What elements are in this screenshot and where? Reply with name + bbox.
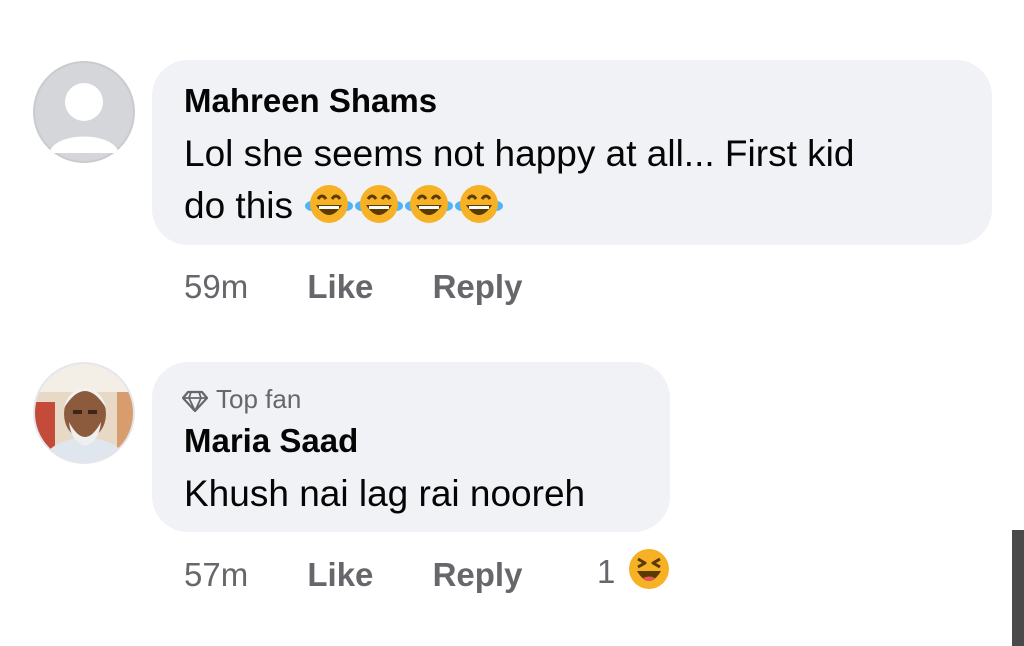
tears-of-joy-icon	[405, 182, 454, 240]
comment-author[interactable]: Mahreen Shams	[184, 82, 437, 120]
comment-text-line2-label: do this	[184, 185, 294, 226]
tears-of-joy-icon	[455, 182, 504, 240]
reply-button[interactable]: Reply	[433, 556, 523, 593]
comment-timestamp: 57m	[184, 556, 249, 593]
profile-photo	[33, 362, 135, 464]
like-button[interactable]: Like	[307, 556, 373, 593]
comment-author[interactable]: Maria Saad	[184, 422, 358, 460]
scrollbar[interactable]	[1012, 530, 1024, 646]
comment-bubble[interactable]: Mahreen Shams Lol she seems not happy at…	[152, 60, 992, 245]
comment-actions: 57m Like Reply	[184, 556, 522, 594]
diamond-icon	[181, 388, 209, 419]
tears-of-joy-icon	[305, 182, 354, 240]
default-user-icon	[33, 61, 135, 163]
tears-of-joy-icon	[355, 182, 404, 240]
top-fan-label: Top fan	[216, 384, 302, 414]
comment-text-line1: Lol she seems not happy at all... First …	[184, 133, 855, 174]
like-button[interactable]: Like	[307, 268, 373, 305]
previous-comment-cutoff	[0, 0, 1024, 6]
reply-button[interactable]: Reply	[433, 268, 523, 305]
reaction-count[interactable]: 1	[597, 553, 615, 591]
avatar-maria-saad[interactable]	[33, 362, 135, 464]
top-fan-badge: Top fan	[181, 384, 302, 419]
comment-text: Khush nai lag rai nooreh	[184, 473, 586, 514]
comment-bubble[interactable]: Top fan Maria Saad Khush nai lag rai noo…	[152, 362, 670, 532]
avatar-mahreen-shams[interactable]	[33, 61, 135, 163]
comments-view: Mahreen Shams Lol she seems not happy at…	[0, 0, 1024, 646]
laughing-emoji-icon[interactable]	[627, 547, 671, 591]
comment-actions: 59m Like Reply	[184, 268, 522, 306]
comment-timestamp: 59m	[184, 268, 249, 305]
comment-text-line2: do this	[184, 180, 504, 240]
